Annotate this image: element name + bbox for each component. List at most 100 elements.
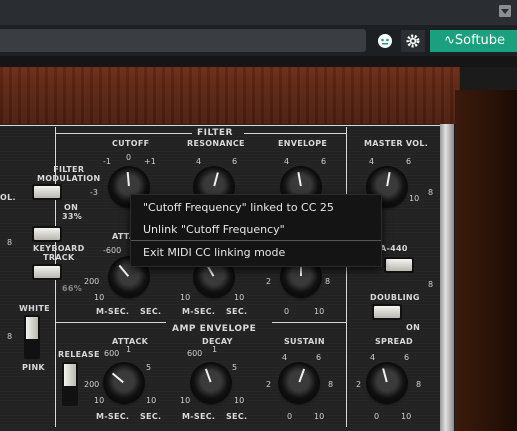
keyboard-track-switch-2[interactable] bbox=[32, 264, 62, 280]
preset-field[interactable] bbox=[0, 29, 366, 52]
amp-attack-tick: 10 bbox=[94, 396, 105, 405]
host-toolbar bbox=[0, 0, 517, 25]
filter-sec-label: SEC. bbox=[140, 307, 162, 316]
volume-label: OL. bbox=[0, 193, 16, 202]
menu-item-unlink[interactable]: Unlink "Cutoff Frequency" bbox=[143, 223, 285, 236]
amp-decay-tick: 10 bbox=[180, 396, 191, 405]
filter-sec-label: SEC. bbox=[226, 307, 248, 316]
doubling-switch[interactable] bbox=[372, 304, 402, 320]
face-icon bbox=[378, 34, 392, 48]
doubling-label: DOUBLING bbox=[370, 293, 420, 302]
spread-label: SPREAD bbox=[375, 337, 413, 346]
spread-tick: 4 bbox=[370, 353, 376, 362]
right-tick: 8 bbox=[428, 280, 434, 289]
master-vol-label: MASTER VOL. bbox=[364, 139, 429, 148]
menu-item-exit-midi-linking[interactable]: Exit MIDI CC linking mode bbox=[143, 246, 285, 259]
amp-sustain-tick: 4 bbox=[282, 353, 288, 362]
brand-label: Softube bbox=[454, 33, 506, 48]
metal-edge bbox=[440, 124, 454, 431]
amp-decay-label: DECAY bbox=[202, 337, 233, 346]
amp-attack-msec-label: M-SEC. bbox=[96, 412, 130, 421]
amp-sustain-tick: 8 bbox=[328, 380, 334, 389]
spread-tick: 2 bbox=[356, 380, 362, 389]
dropdown-arrow-icon[interactable] bbox=[499, 5, 511, 17]
filter-sustain-tick: 8 bbox=[325, 277, 331, 286]
panel-top-line bbox=[0, 125, 440, 126]
filter-modulation-switch[interactable] bbox=[32, 184, 62, 200]
divider-2 bbox=[346, 127, 347, 427]
release-switch[interactable] bbox=[62, 362, 78, 406]
settings-button[interactable] bbox=[401, 30, 425, 52]
release-label: RELEASE bbox=[58, 350, 100, 359]
a440-switch[interactable] bbox=[384, 257, 414, 273]
amp-sustain-tick: 2 bbox=[266, 380, 272, 389]
amp-line-right bbox=[272, 322, 346, 323]
left-tick: 8 bbox=[7, 238, 13, 247]
keyboard-track-switch-1[interactable] bbox=[32, 226, 62, 242]
amp-sustain-tick: 0 bbox=[287, 412, 293, 421]
amp-attack-tick: 600 bbox=[104, 349, 120, 358]
cutoff-tick: -1 bbox=[103, 157, 111, 166]
filter-sustain-tick: 2 bbox=[266, 277, 272, 286]
header-gap bbox=[0, 56, 517, 67]
spread-tick: 6 bbox=[404, 353, 410, 362]
pink-label: PINK bbox=[22, 363, 45, 372]
keyboard-track-label: KEYBOARD TRACK bbox=[33, 244, 85, 262]
amp-decay-sec-label: SEC. bbox=[226, 412, 248, 421]
spread-tick: 10 bbox=[401, 412, 412, 421]
midi-cc-context-menu: "Cutoff Frequency" linked to CC 25 Unlin… bbox=[130, 194, 382, 267]
filter-msec-label: M-SEC. bbox=[182, 307, 216, 316]
spread-tick: 8 bbox=[416, 380, 422, 389]
amp-attack-knob[interactable] bbox=[101, 360, 147, 406]
amp-attack-tick: 1 bbox=[126, 345, 132, 354]
wood-trim-right bbox=[455, 90, 517, 431]
amp-line-left bbox=[56, 322, 166, 323]
filter-mod-on-label: ON bbox=[64, 203, 79, 212]
amp-sustain-tick: 10 bbox=[314, 412, 325, 421]
amp-attack-tick: 200 bbox=[84, 380, 100, 389]
filter-attack-tick: 10 bbox=[94, 293, 105, 302]
filter-line-right bbox=[244, 133, 346, 134]
spread-knob[interactable] bbox=[364, 360, 410, 406]
filter-line-left bbox=[56, 133, 192, 134]
filter-sustain-tick: 0 bbox=[284, 307, 290, 316]
menu-item-linked-info[interactable]: "Cutoff Frequency" linked to CC 25 bbox=[143, 201, 334, 214]
noise-color-switch[interactable] bbox=[24, 315, 40, 359]
a440-label: A-440 bbox=[380, 244, 408, 253]
filter-sustain-tick: 10 bbox=[314, 307, 325, 316]
amp-attack-tick: 5 bbox=[146, 363, 152, 372]
master-tick: 10 bbox=[409, 194, 420, 203]
doubling-on-label: ON bbox=[406, 323, 421, 332]
filter-attack-tick: -600 bbox=[103, 246, 122, 255]
filter-modulation-label: FILTER MODULATION bbox=[37, 165, 101, 183]
amp-decay-knob[interactable] bbox=[188, 360, 234, 406]
filter-decay-tick: 10 bbox=[180, 293, 191, 302]
spread-tick: 0 bbox=[374, 412, 380, 421]
amp-decay-tick: 1 bbox=[212, 345, 218, 354]
envelope-tick: 6 bbox=[321, 157, 327, 166]
cutoff-tick: -3 bbox=[90, 188, 98, 197]
amp-decay-msec-label: M-SEC. bbox=[182, 412, 216, 421]
midi-learn-button[interactable] bbox=[373, 30, 397, 52]
cutoff-tick: +1 bbox=[144, 157, 156, 166]
keyboard-track-66-label: 66% bbox=[62, 284, 83, 293]
white-label: WHITE bbox=[19, 304, 50, 313]
filter-attack-tick: 200 bbox=[84, 277, 100, 286]
envelope-tick: 4 bbox=[284, 157, 290, 166]
resonance-tick: 4 bbox=[196, 157, 202, 166]
softube-logo-icon: ∿ bbox=[444, 33, 455, 48]
softube-logo[interactable]: ∿Softube bbox=[430, 30, 517, 52]
filter-mod-33-label: 33% bbox=[62, 212, 83, 221]
master-tick: 6 bbox=[406, 157, 412, 166]
amp-decay-tick: 5 bbox=[232, 363, 238, 372]
cutoff-tick: 0 bbox=[126, 153, 132, 162]
filter-msec-label: M-SEC. bbox=[96, 307, 130, 316]
amp-attack-tick: 10 bbox=[146, 396, 157, 405]
left-tick: 8 bbox=[7, 332, 13, 341]
master-tick: 8 bbox=[428, 188, 434, 197]
filter-decay-tick: 10 bbox=[234, 293, 245, 302]
amp-decay-tick: 10 bbox=[234, 396, 245, 405]
amp-sustain-knob[interactable] bbox=[276, 360, 322, 406]
filter-modulation-text: FILTER MODULATION bbox=[37, 165, 101, 183]
filter-section-title: FILTER bbox=[197, 128, 233, 138]
